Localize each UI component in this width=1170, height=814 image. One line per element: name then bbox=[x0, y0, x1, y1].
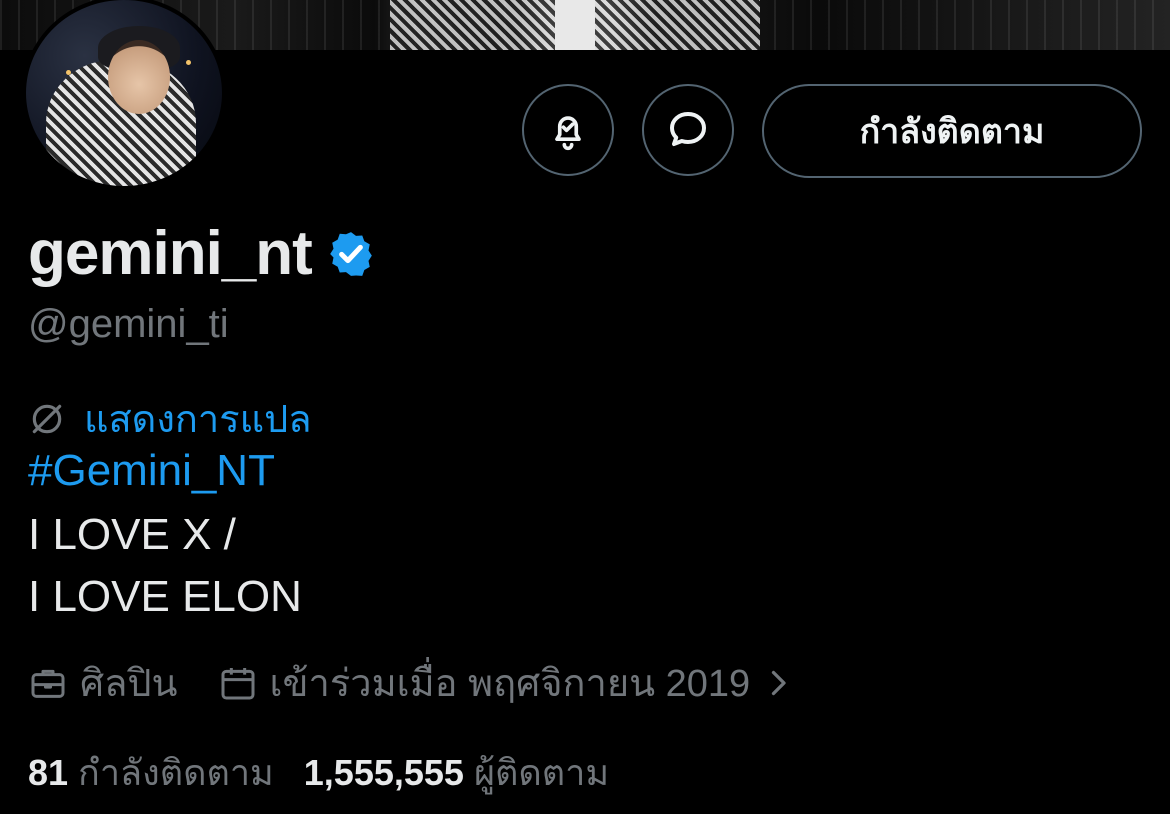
show-translation-link[interactable]: แสดงการแปล bbox=[28, 388, 312, 449]
following-count: 81 bbox=[28, 752, 69, 793]
notifications-button[interactable] bbox=[522, 84, 614, 176]
joined-date[interactable]: เข้าร่วมเมื่อ พฤศจิกายน 2019 bbox=[218, 652, 809, 713]
follow-counts: 81 กำลังติดตาม 1,555,555 ผู้ติดตาม bbox=[28, 744, 609, 801]
calendar-icon bbox=[221, 667, 255, 699]
banner-image-shirt bbox=[555, 0, 595, 50]
avatar-face bbox=[108, 40, 170, 114]
following-button[interactable]: กำลังติดตาม bbox=[762, 84, 1142, 178]
followers-label: ผู้ติดตาม bbox=[473, 752, 610, 793]
avatar[interactable] bbox=[22, 0, 226, 190]
following-label: กำลังติดตาม bbox=[78, 752, 274, 793]
bio-line-1: I LOVE X / bbox=[28, 510, 236, 559]
followers-count: 1,555,555 bbox=[303, 752, 464, 793]
profile-meta: ศิลปิน เข้าร่วมเมื่อ พฤศจิกายน 2019 bbox=[28, 652, 808, 713]
show-translation-label[interactable]: แสดงการแปล bbox=[84, 388, 312, 449]
username-handle: @gemini_ti bbox=[28, 302, 229, 346]
bio-hashtag-link[interactable]: #Gemini_NT bbox=[28, 446, 275, 496]
translate-globe-icon bbox=[32, 404, 62, 433]
chevron-right-icon bbox=[772, 670, 786, 695]
message-bubble-icon bbox=[670, 112, 706, 146]
profile-category-label: ศิลปิน bbox=[80, 663, 178, 705]
bell-check-icon bbox=[555, 116, 581, 151]
joined-date-label[interactable]: เข้าร่วมเมื่อ พฤศจิกายน 2019 bbox=[270, 652, 751, 713]
display-name: gemini_nt bbox=[28, 219, 313, 288]
followers-count-link[interactable]: 1,555,555 ผู้ติดตาม bbox=[304, 744, 609, 801]
verified-badge-icon[interactable] bbox=[326, 229, 376, 279]
display-name-row: gemini_nt bbox=[28, 218, 376, 289]
bio-line-2: I LOVE ELON bbox=[28, 572, 302, 621]
profile-category: ศิลปิน bbox=[28, 652, 178, 713]
briefcase-icon bbox=[31, 669, 65, 698]
message-button[interactable] bbox=[642, 84, 734, 176]
avatar-bg-light bbox=[186, 60, 191, 65]
following-count-link[interactable]: 81 กำลังติดตาม bbox=[28, 744, 274, 801]
